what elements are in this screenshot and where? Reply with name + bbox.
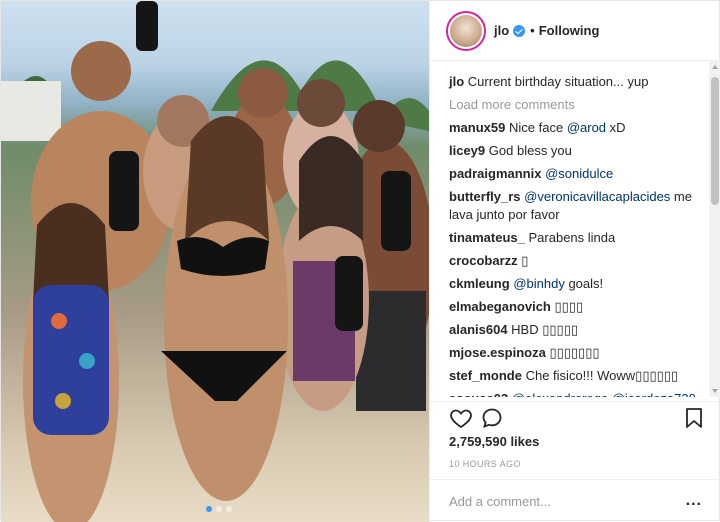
comment-row: elmabeganovich ▯▯▯▯ [449,298,703,316]
comment-row: stef_monde Che fisico!!! Woww▯▯▯▯▯▯ [449,367,703,385]
caption: jlo Current birthday situation... yup [449,73,703,91]
post-timestamp[interactable]: 10 HOURS AGO [449,459,521,469]
comment-row: alanis604 HBD ▯▯▯▯▯ [449,321,703,339]
action-bar [430,401,720,435]
comment-row: manux59 Nice face @arod xD [449,119,703,137]
comment-user[interactable]: licey9 [449,143,485,158]
carousel-dot[interactable] [226,506,232,512]
scroll-down-arrow-icon[interactable] [712,389,718,393]
heart-icon[interactable] [449,406,473,430]
verified-badge-icon [513,24,526,37]
add-comment-input[interactable]: Add a comment... [449,494,551,509]
comment-row: padraigmannix @sonidulce [449,165,703,183]
comment-text-after: @jcardoza730 [608,391,696,397]
comment-user[interactable]: padraigmannix [449,166,541,181]
comment-row: licey9 God bless you [449,142,703,160]
comment-user[interactable]: asousa03 [449,391,508,397]
username-link[interactable]: jlo [494,23,509,38]
comment-text: Nice face [509,120,567,135]
comment-text: God bless you [488,143,572,158]
more-options-icon[interactable]: ... [686,492,702,510]
post-header: jlo • Following [430,1,720,61]
scroll-up-arrow-icon[interactable] [712,65,718,69]
scroll-thumb[interactable] [711,77,719,205]
comment-text: Che fisico!!! Woww▯▯▯▯▯▯ [525,368,679,383]
comment-text: ▯ [521,253,529,268]
carousel-dot[interactable] [206,506,212,512]
comment-text-after: xD [606,120,626,135]
carousel-dot[interactable] [216,506,222,512]
instagram-post: jlo • Following jlo Current birthday sit… [0,0,720,522]
comment-row: mjose.espinoza ▯▯▯▯▯▯▯ [449,344,703,362]
separator-dot: • [530,23,535,38]
likes-count[interactable]: 2,759,590 likes [449,434,539,449]
comment-text: HBD ▯▯▯▯▯ [511,322,578,337]
comment-user[interactable]: elmabeganovich [449,299,551,314]
comment-icon[interactable] [480,406,504,430]
post-photo[interactable] [1,1,429,522]
comment-row: ckmleung @binhdy goals! [449,275,703,293]
load-more-comments[interactable]: Load more comments [449,96,703,114]
comment-row: asousa03 @alexandrerego @jcardoza730 [449,390,703,397]
comment-row: crocobarzz ▯ [449,252,703,270]
comment-user[interactable]: ckmleung [449,276,510,291]
comment-row: butterfly_rs @veronicavillacaplacides me… [449,188,703,224]
caption-user[interactable]: jlo [449,74,464,89]
comment-user[interactable]: alanis604 [449,322,508,337]
comment-user[interactable]: stef_monde [449,368,522,383]
comment-mention[interactable]: @sonidulce [545,166,613,181]
caption-text: Current birthday situation... yup [467,74,649,89]
carousel-dots [206,506,232,512]
photo-illustration [1,1,429,522]
comment-user[interactable]: mjose.espinoza [449,345,546,360]
comment-mention[interactable]: @alexandrerego [512,391,608,397]
add-comment-bar: Add a comment... ... [430,479,720,522]
comments-list[interactable]: jlo Current birthday situation... yup Lo… [430,61,720,397]
comment-user[interactable]: butterfly_rs [449,189,521,204]
post-sidebar: jlo • Following jlo Current birthday sit… [429,1,720,522]
comment-row: tinamateus_ Parabens linda [449,229,703,247]
comment-user[interactable]: crocobarzz [449,253,518,268]
comment-mention[interactable]: @veronicavillacaplacides [524,189,670,204]
bookmark-icon[interactable] [683,406,705,430]
comments-scrollbar[interactable] [709,61,720,397]
following-button[interactable]: Following [539,23,600,38]
comment-text: Parabens linda [528,230,616,245]
avatar[interactable] [446,10,486,51]
comment-user[interactable]: manux59 [449,120,505,135]
comment-mention[interactable]: @arod [567,120,606,135]
comment-mention[interactable]: @binhdy [513,276,565,291]
comment-text-after: goals! [564,276,604,291]
comment-user[interactable]: tinamateus_ [449,230,525,245]
comment-text: ▯▯▯▯ [554,299,584,314]
comment-text: ▯▯▯▯▯▯▯ [549,345,600,360]
